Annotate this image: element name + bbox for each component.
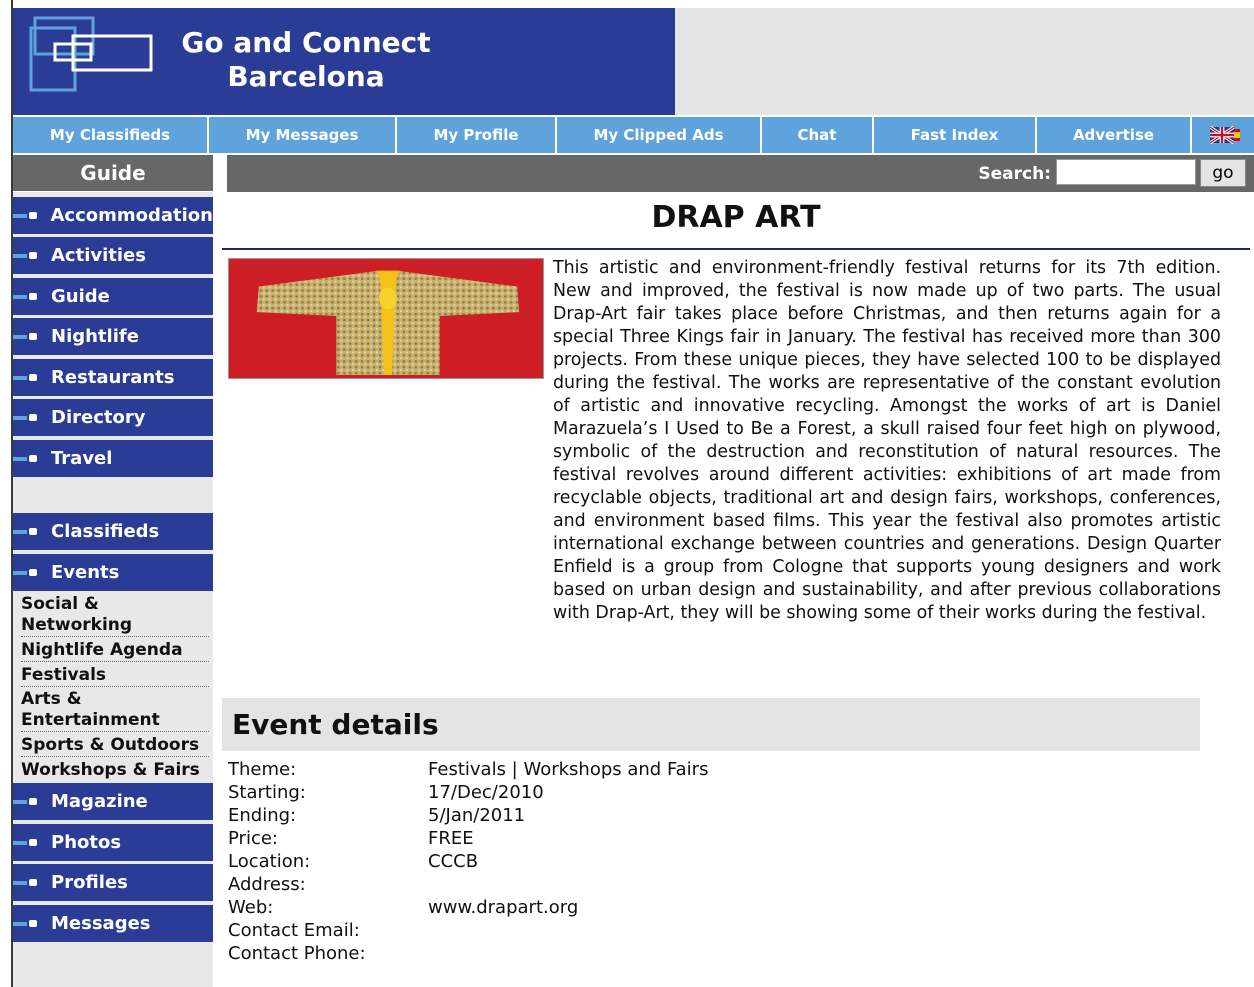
nav-my-classifieds[interactable]: My Classifieds — [13, 117, 209, 153]
sidebar-item-nightlife[interactable]: Nightlife — [13, 318, 213, 355]
sidebar-item-guide[interactable]: Guide — [13, 278, 213, 315]
nav-my-clipped-ads[interactable]: My Clipped Ads — [557, 117, 762, 153]
event-photo[interactable] — [228, 258, 544, 379]
sidebar-item-activities[interactable]: Activities — [13, 237, 213, 274]
spain-flag-icon[interactable] — [1234, 126, 1240, 144]
search-label: Search: — [978, 164, 1051, 184]
site-title-line2: Barcelona — [227, 60, 385, 93]
detail-value: CCCB — [428, 851, 479, 872]
event-details-header: Event details — [222, 698, 1200, 751]
nav-chat[interactable]: Chat — [762, 117, 874, 153]
detail-label: Starting: — [228, 782, 306, 803]
detail-row-ending: Ending: 5/Jan/2011 — [228, 804, 708, 827]
sidebar-item-events[interactable]: Events — [13, 554, 213, 591]
sidebar-item-directory[interactable]: Directory — [13, 399, 213, 436]
sidebar-item-label: Profiles — [51, 872, 128, 893]
detail-row-contact-email: Contact Email: — [228, 919, 708, 942]
sidebar-item-label: Accommodation — [50, 205, 213, 226]
search-bar: Search: go — [227, 155, 1254, 192]
event-description: This artistic and environment-friendly f… — [553, 258, 1221, 623]
sidebar: Accommodation Activities Guide Nightlife… — [13, 192, 213, 987]
search-input[interactable] — [1056, 159, 1196, 185]
detail-label: Price: — [228, 828, 278, 849]
site-title-line1: Go and Connect — [181, 26, 431, 59]
title-divider — [222, 248, 1250, 250]
sidebar-item-label: Restaurants — [51, 367, 175, 388]
detail-web-link[interactable]: www.drapart.org — [428, 896, 578, 919]
sidebar-subitem-workshops-fairs[interactable]: Workshops & Fairs — [21, 760, 209, 781]
sidebar-item-label: Nightlife — [51, 326, 139, 347]
detail-label: Ending: — [228, 805, 297, 826]
sidebar-subitem-arts-entertainment[interactable]: Arts & Entertainment — [21, 689, 209, 732]
sidebar-item-label: Activities — [51, 245, 146, 266]
bullet-icon — [13, 455, 37, 462]
sidebar-item-accommodation[interactable]: Accommodation — [13, 197, 213, 234]
sidebar-item-label: Magazine — [51, 791, 148, 812]
detail-row-web: Web: www.drapart.org — [228, 896, 708, 919]
nav-advertise[interactable]: Advertise — [1037, 117, 1192, 153]
detail-label: Contact Phone: — [228, 943, 366, 964]
sidebar-subitem-sports-outdoors[interactable]: Sports & Outdoors — [21, 735, 209, 757]
site-title[interactable]: Go and Connect Barcelona — [181, 26, 431, 94]
sidebar-item-travel[interactable]: Travel — [13, 440, 213, 477]
sidebar-item-profiles[interactable]: Profiles — [13, 864, 213, 901]
sidebar-subitem-social-networking[interactable]: Social & Networking — [21, 594, 209, 637]
sidebar-item-magazine[interactable]: Magazine — [13, 783, 213, 820]
detail-value: Festivals | Workshops and Fairs — [428, 759, 709, 780]
detail-row-theme: Theme: Festivals | Workshops and Fairs — [228, 758, 708, 781]
detail-row-location: Location: CCCB — [228, 850, 708, 873]
bullet-icon — [13, 798, 37, 805]
nav-my-profile[interactable]: My Profile — [397, 117, 557, 153]
sidebar-subitem-festivals[interactable]: Festivals — [21, 665, 209, 687]
nav-language[interactable] — [1192, 117, 1254, 153]
detail-label: Web: — [228, 897, 274, 918]
sidebar-item-label: Messages — [51, 913, 151, 934]
detail-value: 5/Jan/2011 — [428, 805, 526, 826]
sidebar-item-label: Photos — [51, 832, 122, 853]
detail-value: 17/Dec/2010 — [428, 782, 544, 803]
sidebar-item-messages[interactable]: Messages — [13, 905, 213, 942]
main-nav: My Classifieds My Messages My Profile My… — [13, 117, 1254, 153]
bullet-icon — [13, 839, 37, 846]
page-title: DRAP ART — [651, 200, 821, 235]
site-header: Go and Connect Barcelona — [13, 8, 675, 115]
sidebar-item-label: Directory — [51, 407, 146, 428]
sidebar-item-label: Events — [51, 562, 120, 583]
bullet-icon — [13, 528, 37, 535]
guide-heading: Guide — [13, 155, 213, 191]
sidebar-item-label: Guide — [51, 286, 110, 307]
logo-icon[interactable] — [27, 14, 157, 94]
detail-row-address: Address: — [228, 873, 708, 896]
bullet-icon — [13, 374, 37, 381]
sidebar-item-label: Classifieds — [51, 521, 160, 542]
search-go-button[interactable]: go — [1200, 159, 1246, 187]
header-banner-area — [675, 8, 1254, 115]
sidebar-subitem-nightlife-agenda[interactable]: Nightlife Agenda — [21, 640, 209, 662]
detail-label: Location: — [228, 851, 311, 872]
uk-flag-icon[interactable] — [1210, 126, 1234, 144]
detail-row-starting: Starting: 17/Dec/2010 — [228, 781, 708, 804]
detail-row-contact-phone: Contact Phone: — [228, 942, 708, 965]
bullet-icon — [13, 293, 37, 300]
sidebar-item-label: Travel — [51, 448, 113, 469]
sidebar-item-classifieds[interactable]: Classifieds — [13, 513, 213, 550]
nav-my-messages[interactable]: My Messages — [209, 117, 397, 153]
bullet-icon — [13, 414, 37, 421]
bullet-icon — [13, 879, 37, 886]
bullet-icon — [13, 333, 37, 340]
detail-row-price: Price: FREE — [228, 827, 708, 850]
detail-label: Contact Email: — [228, 920, 360, 941]
nav-fast-index[interactable]: Fast Index — [874, 117, 1037, 153]
bullet-icon — [13, 920, 37, 927]
bullet-icon — [13, 252, 37, 259]
event-details: Theme: Festivals | Workshops and Fairs St… — [228, 758, 708, 965]
sidebar-item-photos[interactable]: Photos — [13, 824, 213, 861]
bullet-icon — [13, 212, 38, 219]
detail-value: FREE — [428, 828, 474, 849]
bullet-icon — [13, 569, 37, 576]
sidebar-item-restaurants[interactable]: Restaurants — [13, 359, 213, 396]
event-details-heading: Event details — [232, 708, 439, 741]
detail-label: Theme: — [228, 759, 297, 780]
detail-label: Address: — [228, 874, 306, 895]
